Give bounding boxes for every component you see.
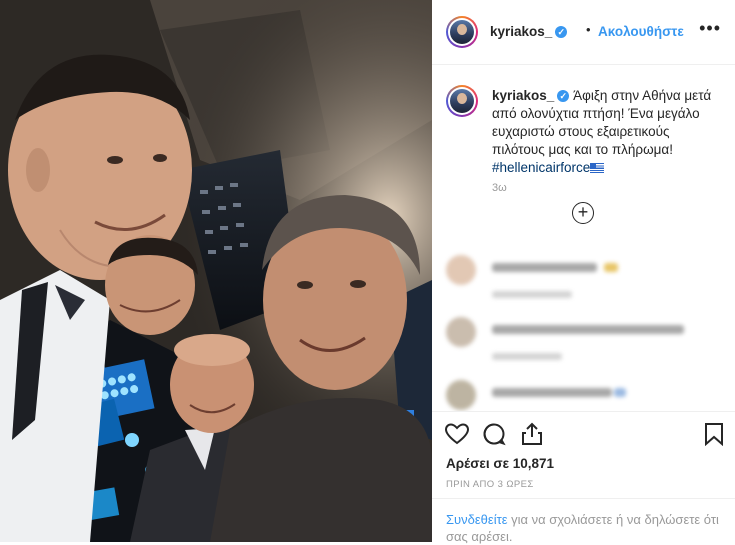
post-header: kyriakos_ ✓ • Ακολουθήστε ••• [432,0,735,65]
follow-button[interactable]: Ακολουθήστε [598,24,684,39]
comment-item [446,255,726,300]
cockpit-selfie-image [0,0,432,542]
post-timestamp: ΠΡΙΝ ΑΠΟ 3 ΩΡΕΣ [446,479,534,490]
plus-circle-icon[interactable]: + [572,202,594,224]
comment-item [446,380,726,410]
comment-item [446,317,726,362]
post-caption: kyriakos_ ✓ Άφιξη στην Αθήνα μετά από ολο… [492,87,722,177]
verified-badge-icon: ✓ [555,26,568,39]
likes-count[interactable]: Αρέσει σε 10,871 [446,456,554,471]
caption-avatar[interactable] [446,85,478,117]
post-side-panel: kyriakos_ ✓ • Ακολουθήστε ••• kyriakos_ ✓ … [432,0,735,544]
hashtag-link[interactable]: #hellenicairforce [492,160,590,175]
author-avatar[interactable] [446,16,478,48]
bookmark-icon[interactable] [704,422,724,446]
greek-flag-emoji-icon [590,163,605,174]
verified-badge-icon: ✓ [557,90,570,103]
login-prompt: Συνδεθείτε για να σχολιάσετε ή να δηλώσε… [432,498,735,544]
post-photo[interactable] [0,0,432,542]
comments-area[interactable]: kyriakos_ ✓ Άφιξη στην Αθήνα μετά από ολο… [432,65,735,411]
caption-age: 3ω [492,182,507,194]
more-options-icon[interactable]: ••• [699,18,721,39]
share-icon[interactable] [520,422,544,446]
comment-icon[interactable] [482,422,506,446]
login-link[interactable]: Συνδεθείτε [446,512,508,527]
heart-icon[interactable] [444,422,470,446]
header-separator: • [586,22,591,37]
author-username[interactable]: kyriakos_ ✓ [490,24,568,39]
post-actions: Αρέσει σε 10,871 ΠΡΙΝ ΑΠΟ 3 ΩΡΕΣ Συνδεθε… [432,411,735,544]
caption-username[interactable]: kyriakos_ ✓ [492,88,570,103]
